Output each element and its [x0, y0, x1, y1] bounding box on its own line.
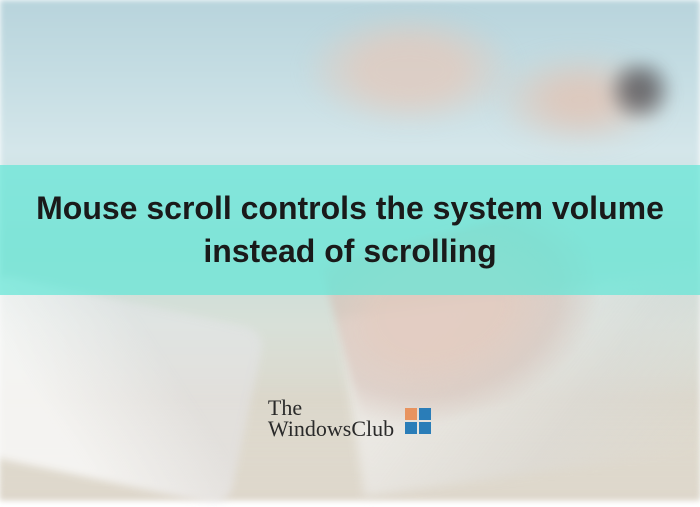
- hand-top-blur: [300, 10, 520, 130]
- title-banner: Mouse scroll controls the system volume …: [0, 165, 700, 295]
- logo-quadrant: [419, 408, 431, 420]
- watch-blur: [600, 60, 680, 120]
- logo-quadrant: [419, 422, 431, 434]
- logo-quadrant: [405, 422, 417, 434]
- logo-line-2: WindowsClub: [268, 419, 394, 440]
- logo-text: The WindowsClub: [268, 398, 394, 440]
- title-text: Mouse scroll controls the system volume …: [0, 187, 700, 273]
- logo-quadrant: [405, 408, 417, 420]
- site-logo: The WindowsClub: [0, 398, 700, 440]
- windows-logo-icon: [404, 407, 432, 435]
